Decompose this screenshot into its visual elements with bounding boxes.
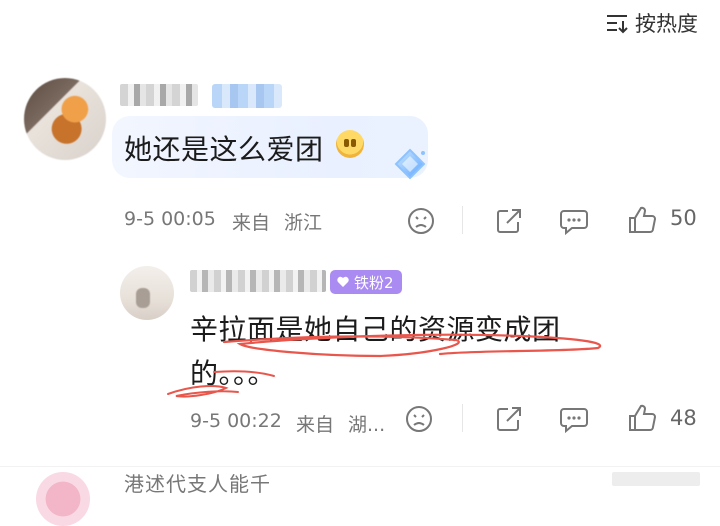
like-count: 50 [670, 206, 697, 230]
reply-location: 湖... [348, 414, 386, 436]
comment-icon[interactable] [558, 404, 590, 434]
badge-blurred [612, 472, 700, 486]
comment-time: 9-5 00:05 [124, 208, 216, 230]
comment-icon[interactable] [558, 206, 590, 236]
sort-icon [607, 15, 628, 34]
username-partial[interactable]: 港述代支人能千 [124, 468, 271, 497]
comment-location: 浙江 [284, 212, 323, 234]
dislike-face-icon[interactable] [404, 404, 434, 434]
reply-text-line2: 的。。。 [190, 357, 277, 390]
avatar[interactable] [120, 266, 174, 320]
reply-source-prefix: 来自 [296, 414, 335, 436]
divider [0, 466, 720, 467]
avatar[interactable] [36, 472, 90, 526]
reply-time: 9-5 00:22 [190, 410, 282, 432]
fan-badge-label: 铁粉2 [354, 273, 394, 292]
dislike-face-icon[interactable] [406, 206, 436, 236]
username-blurred[interactable] [120, 84, 198, 106]
username-blurred[interactable] [190, 270, 326, 292]
reply-text-line1: 辛拉面是她自己的资源变成团 [190, 313, 561, 346]
comment-source-prefix: 来自 [232, 212, 271, 234]
thumbs-up-icon[interactable] [626, 204, 658, 236]
sort-by-popularity[interactable]: 按热度 [605, 8, 698, 38]
share-icon[interactable] [494, 404, 524, 434]
divider [462, 404, 463, 432]
like-count: 48 [670, 406, 697, 430]
fan-badge: 铁粉2 [330, 270, 402, 294]
sort-label: 按热度 [635, 12, 698, 36]
share-icon[interactable] [494, 206, 524, 236]
comment-text: 她还是这么爱团 [124, 133, 324, 166]
crying-emoji-icon [336, 130, 364, 158]
divider [462, 206, 463, 234]
diamond-badge-icon [394, 148, 426, 180]
heart-icon [337, 276, 349, 287]
thumbs-up-icon[interactable] [626, 402, 658, 434]
user-badge-blurred [212, 84, 282, 108]
avatar[interactable] [24, 78, 106, 160]
